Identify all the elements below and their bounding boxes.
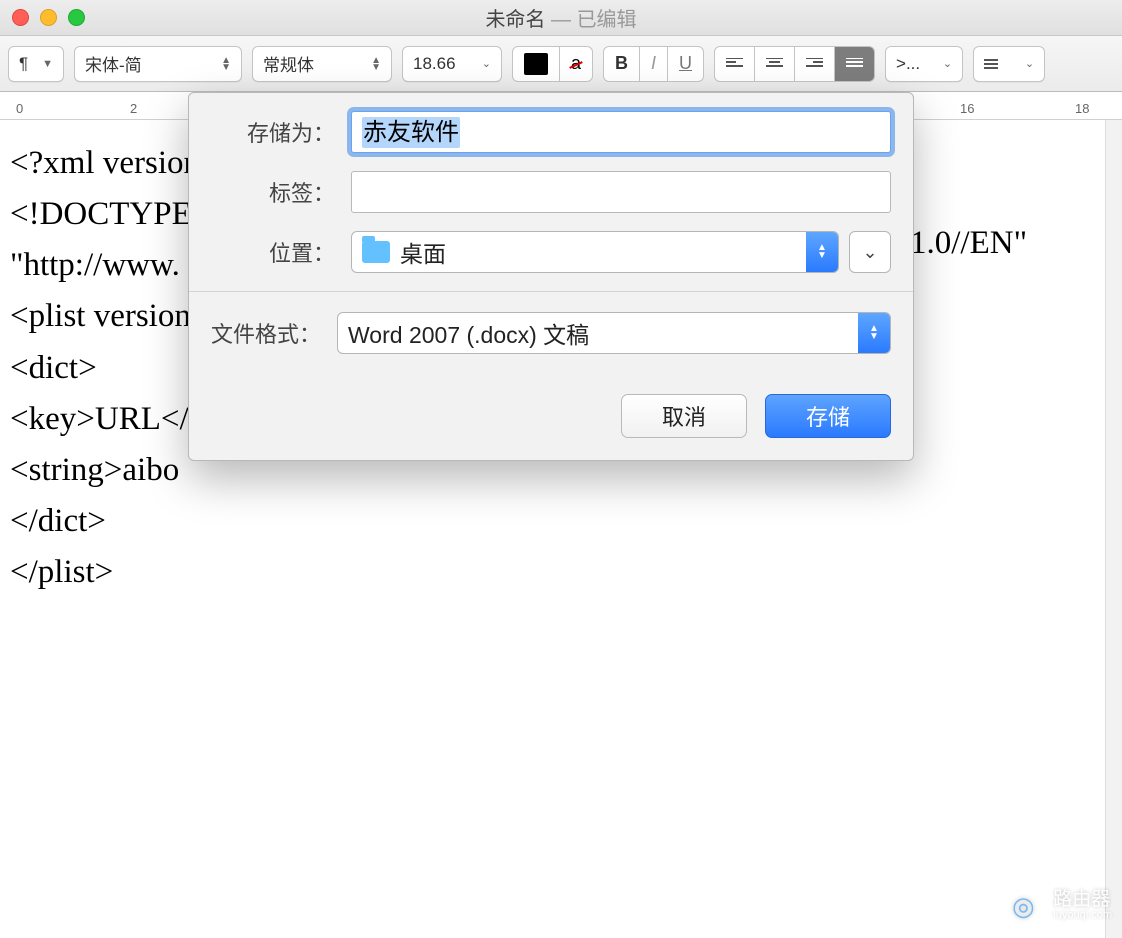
pilcrow-icon: ¶: [19, 54, 28, 74]
underline-button[interactable]: U: [668, 46, 704, 82]
spacing-label: >...: [896, 54, 920, 74]
file-format-value: Word 2007 (.docx) 文稿: [348, 316, 589, 350]
doc-right-fragment: 1.0//EN": [910, 218, 1027, 269]
font-family-value: 宋体-简: [85, 51, 142, 76]
font-style-value: 常规体: [263, 51, 314, 76]
location-label: 位置：: [211, 236, 351, 268]
save-dialog: 存储为： 赤友软件 标签： 位置： 桌面 ▲▼: [188, 92, 914, 461]
clear-style-button[interactable]: a: [560, 46, 593, 82]
list-style-select[interactable]: ⌄: [973, 46, 1045, 82]
align-right-button[interactable]: [795, 46, 835, 82]
font-family-select[interactable]: 宋体-简 ▲▼: [74, 46, 242, 82]
ruler-tick: 2: [130, 101, 137, 116]
save-as-label: 存储为：: [211, 116, 351, 148]
paragraph-style-select[interactable]: ¶ ▼: [8, 46, 64, 82]
save-button[interactable]: 存储: [765, 394, 891, 438]
divider: [189, 291, 913, 292]
align-right-icon: [806, 58, 823, 70]
line-spacing-select[interactable]: >... ⌄: [885, 46, 963, 82]
window-title: 未命名 — 已编辑: [485, 3, 636, 32]
minimize-window-button[interactable]: [40, 9, 57, 26]
save-as-value: 赤友软件: [362, 117, 460, 148]
ruler-tick: 16: [960, 101, 974, 116]
align-center-icon: [766, 58, 783, 70]
close-window-button[interactable]: [12, 9, 29, 26]
italic-button[interactable]: I: [640, 46, 668, 82]
expand-dialog-button[interactable]: ⌄: [849, 231, 891, 273]
alignment-group: [714, 46, 875, 82]
toolbar: ¶ ▼ 宋体-简 ▲▼ 常规体 ▲▼ 18.66 ⌄ a B I U >... …: [0, 36, 1122, 92]
font-size-value: 18.66: [413, 54, 456, 74]
file-format-label: 文件格式：: [211, 317, 321, 349]
color-group: a: [512, 46, 593, 82]
popup-stepper-icon: ▲▼: [858, 313, 890, 353]
color-swatch-icon: [524, 53, 548, 75]
folder-icon: [362, 241, 390, 263]
save-as-input[interactable]: 赤友软件: [351, 111, 891, 153]
location-value: 桌面: [400, 235, 446, 269]
watermark: ◎ 路由器 luyouqi.com: [1001, 884, 1112, 928]
font-size-select[interactable]: 18.66 ⌄: [402, 46, 502, 82]
align-justify-icon: [846, 58, 863, 70]
font-style-select[interactable]: 常规体 ▲▼: [252, 46, 392, 82]
align-center-button[interactable]: [755, 46, 795, 82]
document-name: 未命名: [485, 9, 545, 31]
tags-label: 标签：: [211, 176, 351, 208]
popup-stepper-icon: ▲▼: [806, 232, 838, 272]
align-left-icon: [726, 58, 743, 70]
vertical-scrollbar[interactable]: [1105, 120, 1122, 938]
titlebar: 未命名 — 已编辑: [0, 0, 1122, 36]
cancel-button[interactable]: 取消: [621, 394, 747, 438]
edited-indicator: 已编辑: [577, 9, 637, 31]
window-controls: [12, 9, 85, 26]
list-icon: [984, 59, 998, 69]
ruler-tick: 18: [1075, 101, 1089, 116]
watermark-brand: 路由器: [1053, 890, 1112, 910]
file-format-popup[interactable]: Word 2007 (.docx) 文稿 ▲▼: [337, 312, 891, 354]
watermark-icon: ◎: [1001, 884, 1045, 928]
watermark-sub: luyouqi.com: [1053, 910, 1112, 922]
strike-a-icon: a: [571, 53, 581, 74]
text-style-group: B I U: [603, 46, 704, 82]
align-justify-button[interactable]: [835, 46, 875, 82]
bold-button[interactable]: B: [603, 46, 640, 82]
text-color-button[interactable]: [512, 46, 560, 82]
tags-input[interactable]: [351, 171, 891, 213]
chevron-down-icon: ⌄: [862, 242, 877, 263]
zoom-window-button[interactable]: [68, 9, 85, 26]
align-left-button[interactable]: [714, 46, 755, 82]
location-popup[interactable]: 桌面 ▲▼: [351, 231, 839, 273]
ruler-tick: 0: [16, 101, 23, 116]
